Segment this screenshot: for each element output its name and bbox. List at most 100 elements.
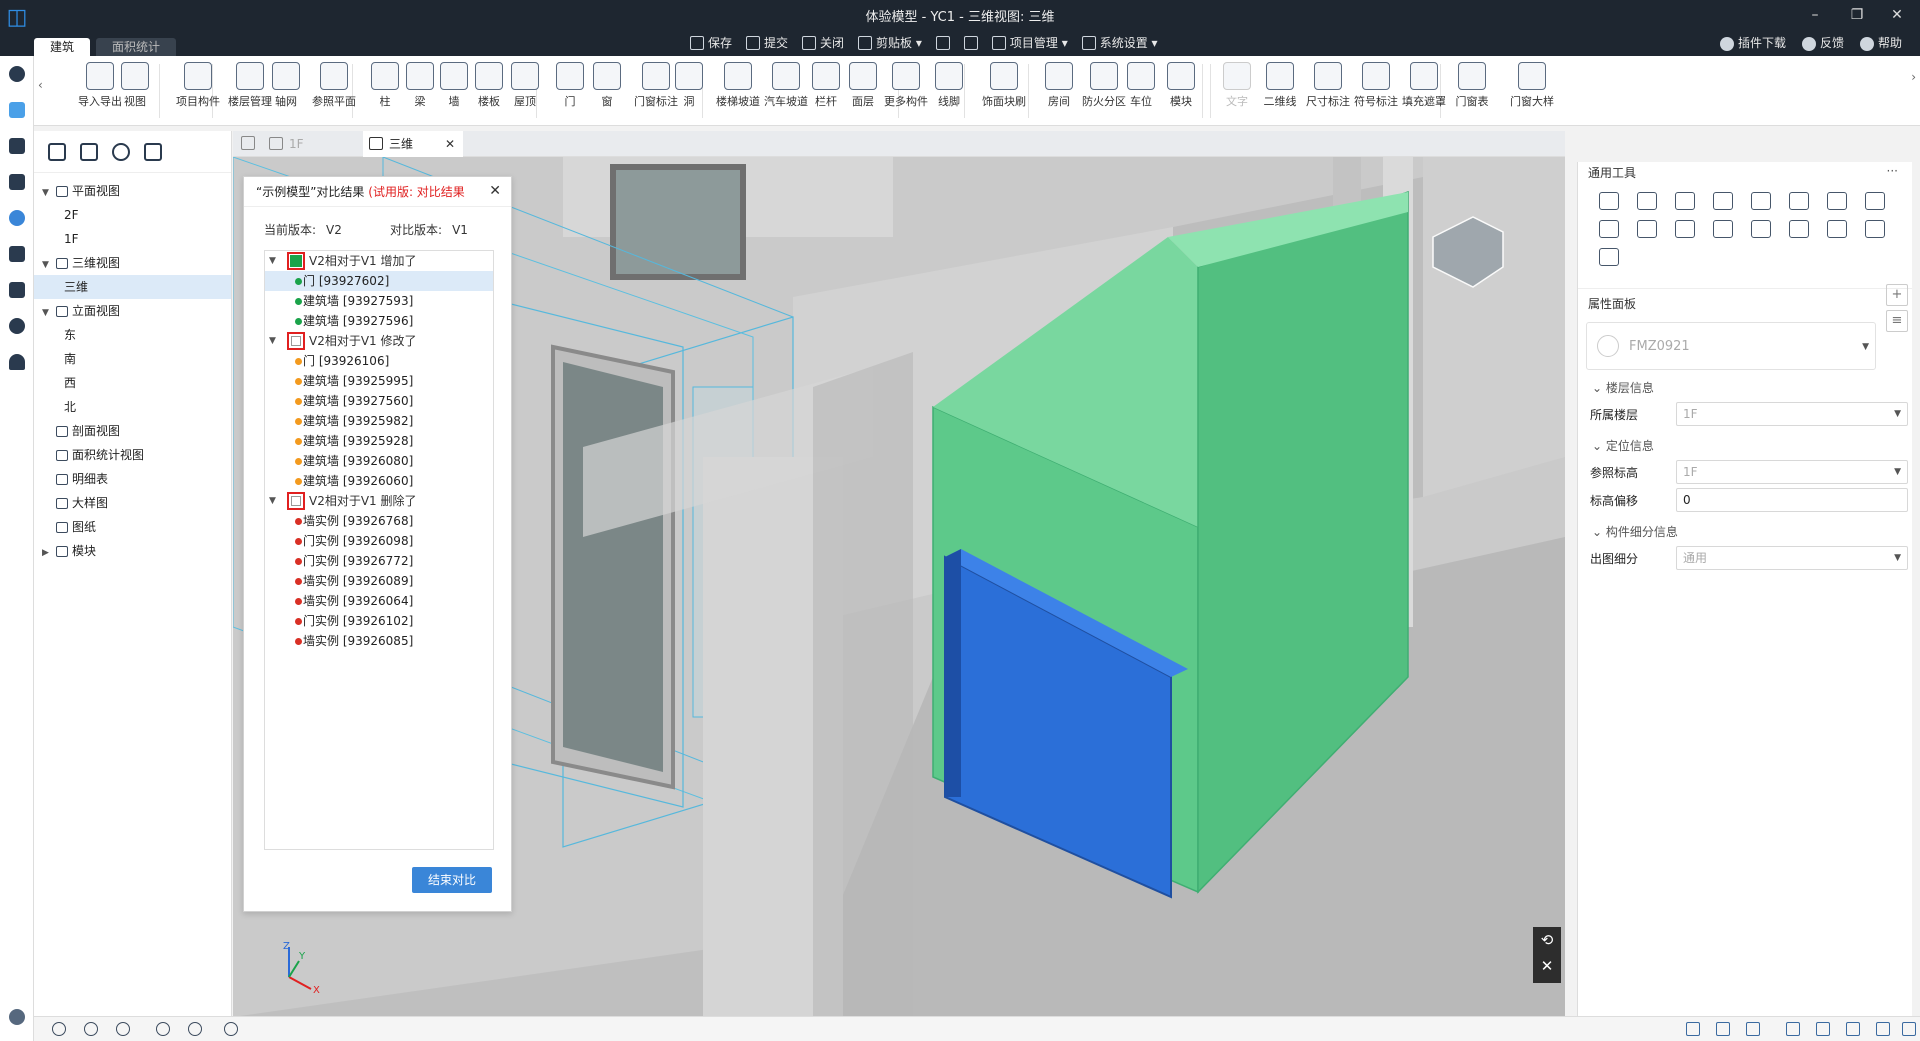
ribbon-button-16[interactable]: 汽车坡道: [762, 60, 810, 122]
offset-icon[interactable]: [1789, 192, 1809, 210]
plugin-download-link[interactable]: 插件下载: [1719, 34, 1786, 51]
ribbon-button-31[interactable]: 门窗表: [1452, 60, 1492, 122]
property-select[interactable]: 1F ▼: [1676, 402, 1908, 426]
doc-tab-1f[interactable]: 1F: [263, 131, 363, 157]
tree-node[interactable]: 西: [34, 371, 231, 395]
measure-icon[interactable]: [1599, 248, 1619, 266]
ribbon-scroll-left-icon[interactable]: ‹: [38, 78, 43, 92]
ribbon-button-19[interactable]: 更多构件: [882, 60, 930, 122]
compare-item[interactable]: 门实例 [93926772]: [265, 551, 493, 571]
array-icon[interactable]: [1751, 220, 1771, 238]
delete-icon[interactable]: [1865, 220, 1885, 238]
monitor-icon[interactable]: [1876, 1022, 1890, 1036]
snap-icon[interactable]: [1816, 1022, 1830, 1036]
quickbar-item-7[interactable]: 系统设置 ▾: [1081, 34, 1158, 51]
compare-item[interactable]: 建筑墙 [93925995]: [265, 371, 493, 391]
ribbon-button-8[interactable]: 墙: [439, 60, 469, 122]
user-icon[interactable]: [0, 92, 34, 128]
chain-icon[interactable]: [1786, 1022, 1800, 1036]
tree-node[interactable]: 大样图: [34, 491, 231, 515]
copy-icon[interactable]: [1637, 192, 1657, 210]
ribbon-button-17[interactable]: 栏杆: [811, 60, 841, 122]
quickbar-item-4[interactable]: [935, 34, 950, 51]
ribbon-button-27[interactable]: 二维线: [1260, 60, 1300, 122]
tree-node[interactable]: 剖面视图: [34, 419, 231, 443]
scale-icon[interactable]: [1713, 220, 1733, 238]
ribbon-button-9[interactable]: 楼板: [474, 60, 504, 122]
ribbon-button-14[interactable]: 洞: [674, 60, 704, 122]
tree-node[interactable]: 面积统计视图: [34, 443, 231, 467]
align-icon[interactable]: [1713, 192, 1733, 210]
split-icon[interactable]: [1751, 192, 1771, 210]
ribbon-button-28[interactable]: 尺寸标注: [1304, 60, 1352, 122]
tree-node[interactable]: 1F: [34, 227, 231, 251]
document-icon[interactable]: [0, 236, 34, 272]
ribbon-button-3[interactable]: 楼层管理: [226, 60, 274, 122]
group-checkbox[interactable]: [287, 492, 305, 510]
compare-item[interactable]: 墙实例 [93926064]: [265, 591, 493, 611]
ribbon-button-1[interactable]: 视图: [120, 60, 150, 122]
hide-icon[interactable]: [84, 1022, 98, 1036]
ribbon-button-0[interactable]: 导入导出: [78, 60, 122, 122]
tab-architecture[interactable]: 建筑: [34, 38, 91, 56]
feedback-link[interactable]: 反馈: [1801, 34, 1844, 51]
trim-icon[interactable]: [1637, 220, 1657, 238]
ribbon-button-15[interactable]: 楼梯坡道: [714, 60, 762, 122]
more-options-icon[interactable]: ···: [1887, 164, 1898, 178]
compare-close-icon[interactable]: ✕: [489, 183, 501, 199]
tree-node[interactable]: 明细表: [34, 467, 231, 491]
tree-expand-icon[interactable]: ▼: [42, 253, 52, 277]
compare-item[interactable]: 墙实例 [93926085]: [265, 631, 493, 651]
tree-node[interactable]: 南: [34, 347, 231, 371]
mirror-icon[interactable]: [1789, 220, 1809, 238]
help-circle-icon[interactable]: [0, 308, 34, 344]
cloud-upload-icon[interactable]: [0, 999, 34, 1035]
layers-icon[interactable]: [0, 272, 34, 308]
globe-icon[interactable]: [0, 56, 34, 92]
filter-icon[interactable]: [80, 143, 98, 161]
quickbar-item-2[interactable]: 关闭: [802, 34, 844, 51]
ribbon-button-11[interactable]: 门: [555, 60, 585, 122]
layers-toggle-icon[interactable]: [1846, 1022, 1860, 1036]
close-tab-icon[interactable]: ✕: [445, 131, 455, 157]
property-input[interactable]: 0: [1676, 488, 1908, 512]
ribbon-button-20[interactable]: 线脚: [934, 60, 964, 122]
link-icon[interactable]: [0, 200, 34, 236]
ribbon-button-32[interactable]: 门窗大样: [1508, 60, 1556, 122]
quickbar-item-6[interactable]: 项目管理 ▾: [991, 34, 1068, 51]
doc-tab-3d[interactable]: 三维 ✕: [363, 131, 463, 157]
compare-item[interactable]: 门 [93926106]: [265, 351, 493, 371]
view-mode-icon[interactable]: [188, 1022, 202, 1036]
stretch-icon[interactable]: [1599, 220, 1619, 238]
compare-item[interactable]: 门 [93927602]: [265, 271, 493, 291]
tree-node[interactable]: 2F: [34, 203, 231, 227]
tree-node[interactable]: 三维: [34, 275, 231, 299]
compare-group[interactable]: ▼ V2相对于V1 删除了: [265, 491, 493, 511]
extend-icon[interactable]: [1675, 220, 1695, 238]
end-compare-button[interactable]: 结束对比: [412, 867, 492, 893]
tree-node[interactable]: ▶ 模块: [34, 539, 231, 563]
compare-item[interactable]: 建筑墙 [93927596]: [265, 311, 493, 331]
property-select[interactable]: 通用 ▼: [1676, 546, 1908, 570]
close-view-icon[interactable]: ✕: [1533, 953, 1561, 979]
property-section-header[interactable]: ⌄ 楼层信息: [1578, 376, 1912, 400]
quickbar-item-1[interactable]: 提交: [746, 34, 788, 51]
ribbon-button-22[interactable]: 房间: [1044, 60, 1074, 122]
compare-item[interactable]: 门实例 [93926102]: [265, 611, 493, 631]
group-collapse-icon[interactable]: ▼: [269, 331, 276, 351]
isolate-icon[interactable]: [116, 1022, 130, 1036]
replace-icon[interactable]: [1827, 220, 1847, 238]
stack-icon[interactable]: [1865, 192, 1885, 210]
type-list-button[interactable]: ≡: [1886, 310, 1908, 332]
ribbon-button-2[interactable]: 项目构件: [174, 60, 222, 122]
quickbar-item-3[interactable]: 剪贴板 ▾: [858, 34, 922, 51]
ribbon-button-4[interactable]: 轴网: [271, 60, 301, 122]
rotate-icon[interactable]: [1675, 192, 1695, 210]
compare-group[interactable]: ▼ V2相对于V1 修改了: [265, 331, 493, 351]
edit-icon[interactable]: [1827, 192, 1847, 210]
ribbon-button-5[interactable]: 参照平面: [310, 60, 358, 122]
light-icon[interactable]: [156, 1022, 170, 1036]
move-icon[interactable]: [1599, 192, 1619, 210]
minimize-button[interactable]: –: [1800, 4, 1830, 26]
tab-list-icon[interactable]: [241, 136, 255, 150]
